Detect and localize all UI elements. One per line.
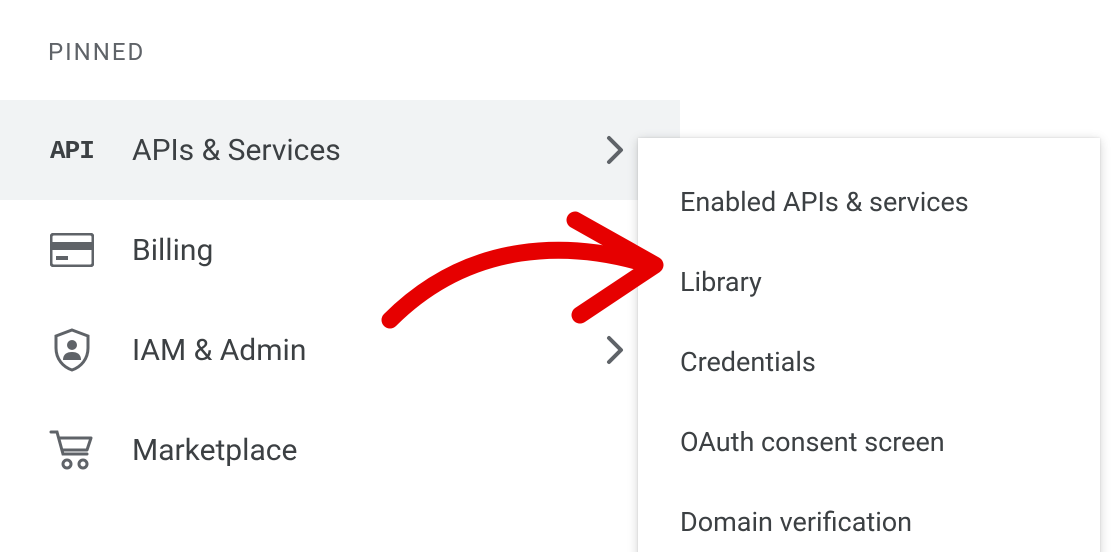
nav-sidebar: PINNED API APIs & Services Billing: [0, 0, 680, 500]
nav-item-marketplace[interactable]: Marketplace: [0, 400, 680, 500]
submenu-item-credentials[interactable]: Credentials: [638, 322, 1100, 402]
nav-list: API APIs & Services Billing: [0, 100, 680, 500]
api-icon: API: [48, 126, 96, 174]
apis-services-submenu: Enabled APIs & services Library Credenti…: [638, 138, 1100, 552]
chevron-right-icon: [600, 134, 632, 166]
nav-item-billing[interactable]: Billing: [0, 200, 680, 300]
nav-item-label: APIs & Services: [132, 133, 600, 168]
nav-item-label: IAM & Admin: [132, 333, 600, 368]
submenu-item-domain-verification[interactable]: Domain verification: [638, 482, 1100, 552]
pinned-section-header: PINNED: [0, 0, 680, 66]
billing-icon: [48, 226, 96, 274]
nav-item-label: Marketplace: [132, 433, 656, 468]
submenu-item-enabled-apis[interactable]: Enabled APIs & services: [638, 162, 1100, 242]
nav-item-apis-services[interactable]: API APIs & Services: [0, 100, 680, 200]
submenu-item-library[interactable]: Library: [638, 242, 1100, 322]
nav-item-label: Billing: [132, 233, 656, 268]
submenu-item-oauth-consent[interactable]: OAuth consent screen: [638, 402, 1100, 482]
iam-icon: [48, 326, 96, 374]
chevron-right-icon: [600, 334, 632, 366]
nav-item-iam-admin[interactable]: IAM & Admin: [0, 300, 680, 400]
svg-text:API: API: [50, 136, 94, 166]
marketplace-icon: [48, 426, 96, 474]
